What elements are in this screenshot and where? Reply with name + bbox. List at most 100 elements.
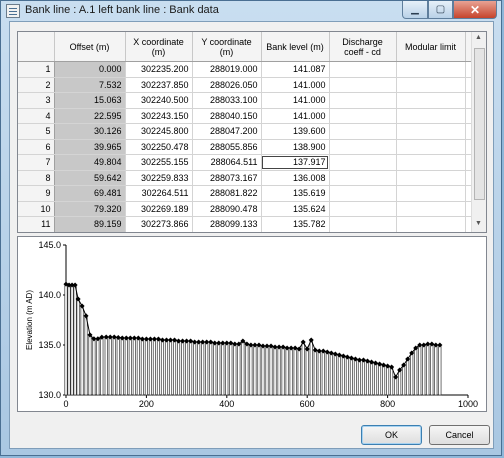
bank-level-cell[interactable]: 135.619 (261, 185, 330, 202)
modular-limit-cell[interactable] (396, 61, 466, 78)
modular-limit-cell[interactable] (396, 216, 466, 232)
discharge-coeff-cell[interactable] (329, 216, 397, 232)
offset-cell[interactable]: 15.063 (54, 92, 126, 109)
bank-level-cell[interactable]: 141.000 (261, 108, 330, 124)
scroll-up-icon[interactable]: ▲ (475, 34, 482, 41)
table-row[interactable]: 5 30.126 302245.800 288047.200 139.600 (18, 123, 475, 140)
y-coordinate-cell[interactable]: 288026.050 (192, 77, 262, 93)
bank-level-cell[interactable]: 137.917 (261, 154, 330, 171)
discharge-coeff-cell[interactable] (329, 77, 397, 93)
table-row[interactable]: 3 15.063 302240.500 288033.100 141.000 (18, 92, 475, 109)
x-coordinate-cell[interactable]: 302273.866 (125, 216, 193, 232)
discharge-coeff-cell[interactable] (329, 92, 397, 109)
y-coordinate-cell[interactable]: 288040.150 (192, 108, 262, 124)
x-coordinate-cell[interactable]: 302264.511 (125, 185, 193, 202)
ok-button[interactable]: OK (361, 425, 422, 445)
column-header-x-coordinate[interactable]: X coordinate (m) (125, 32, 193, 62)
bar (233, 343, 237, 396)
discharge-coeff-cell[interactable] (329, 170, 397, 186)
offset-cell[interactable]: 30.126 (54, 123, 126, 140)
offset-cell[interactable]: 69.481 (54, 185, 126, 202)
title-bar[interactable]: Bank line : A.1 left bank line : Bank da… (1, 1, 501, 21)
modular-limit-cell[interactable] (396, 123, 466, 140)
scroll-down-icon[interactable]: ▼ (475, 220, 482, 227)
x-coordinate-cell[interactable]: 302237.850 (125, 77, 193, 93)
y-coordinate-cell[interactable]: 288090.478 (192, 201, 262, 217)
y-coordinate-cell[interactable]: 288099.133 (192, 216, 262, 232)
modular-limit-cell[interactable] (396, 154, 466, 171)
table-row[interactable]: 4 22.595 302243.150 288040.150 141.000 (18, 108, 475, 124)
offset-cell[interactable]: 59.642 (54, 170, 126, 186)
table-row[interactable]: 1 0.000 302235.200 288019.000 141.087 (18, 61, 475, 78)
close-button[interactable]: ✕ (453, 1, 497, 19)
corner-header-cell[interactable] (18, 32, 55, 62)
table-row[interactable]: 7 49.804 302255.155 288064.511 137.917 (18, 154, 475, 171)
bank-level-cell[interactable]: 141.000 (261, 92, 330, 109)
y-coordinate-cell[interactable]: 288073.167 (192, 170, 262, 186)
y-coordinate-cell[interactable]: 288064.511 (192, 154, 262, 171)
minimize-button[interactable]: ▁ (402, 1, 428, 19)
discharge-coeff-cell[interactable] (329, 108, 397, 124)
vertical-scrollbar[interactable]: ▲ ▼ (471, 32, 486, 232)
bank-level-cell[interactable]: 135.782 (261, 216, 330, 232)
cancel-button[interactable]: Cancel (429, 425, 490, 445)
offset-cell[interactable]: 89.159 (54, 216, 126, 232)
x-coordinate-cell[interactable]: 302235.200 (125, 61, 193, 78)
discharge-coeff-cell[interactable] (329, 201, 397, 217)
x-coordinate-cell[interactable]: 302245.800 (125, 123, 193, 140)
bar (164, 339, 169, 396)
column-header-discharge-coeff[interactable]: Discharge coeff - cd (329, 32, 397, 62)
bank-level-cell[interactable]: 141.087 (261, 61, 330, 78)
table-row[interactable]: 11 89.159 302273.866 288099.133 135.782 (18, 216, 475, 232)
modular-limit-cell[interactable] (396, 77, 466, 93)
modular-limit-cell[interactable] (396, 201, 466, 217)
y-coordinate-cell[interactable]: 288081.822 (192, 185, 262, 202)
offset-cell[interactable]: 39.965 (54, 139, 126, 155)
maximize-button[interactable]: ▢ (428, 1, 453, 19)
bank-level-cell[interactable]: 136.008 (261, 170, 330, 186)
column-header-modular-limit[interactable]: Modular limit (396, 32, 466, 62)
offset-cell[interactable]: 7.532 (54, 77, 126, 93)
discharge-coeff-cell[interactable] (329, 123, 397, 140)
offset-cell[interactable]: 22.595 (54, 108, 126, 124)
modular-limit-cell[interactable] (396, 108, 466, 124)
modular-limit-cell[interactable] (396, 92, 466, 109)
offset-cell[interactable]: 49.804 (54, 154, 126, 171)
table-row[interactable]: 6 39.965 302250.478 288055.856 138.900 (18, 139, 475, 155)
x-coordinate-cell[interactable]: 302259.833 (125, 170, 193, 186)
offset-cell[interactable]: 0.000 (54, 61, 126, 78)
bar (309, 339, 313, 396)
column-header-offset[interactable]: Offset (m) (54, 32, 126, 62)
y-coordinate-cell[interactable]: 288055.856 (192, 139, 262, 155)
x-coordinate-cell[interactable]: 302243.150 (125, 108, 193, 124)
discharge-coeff-cell[interactable] (329, 154, 397, 171)
discharge-coeff-cell[interactable] (329, 139, 397, 155)
table-row[interactable]: 8 59.642 302259.833 288073.167 136.008 (18, 170, 475, 186)
bank-level-cell[interactable]: 139.600 (261, 123, 330, 140)
x-coordinate-cell[interactable]: 302250.478 (125, 139, 193, 155)
y-coordinate-cell[interactable]: 288019.000 (192, 61, 262, 78)
table-row[interactable]: 9 69.481 302264.511 288081.822 135.619 (18, 185, 475, 202)
x-coordinate-cell[interactable]: 302240.500 (125, 92, 193, 109)
scrollbar-thumb[interactable] (474, 48, 485, 200)
y-coordinate-cell[interactable]: 288047.200 (192, 123, 262, 140)
data-point (364, 358, 371, 364)
modular-limit-cell[interactable] (396, 139, 466, 155)
x-coordinate-cell[interactable]: 302255.155 (125, 154, 193, 171)
discharge-coeff-cell[interactable] (329, 61, 397, 78)
column-header-y-coordinate[interactable]: Y coordinate (m) (192, 32, 262, 62)
discharge-coeff-cell[interactable] (329, 185, 397, 202)
y-coordinate-cell[interactable]: 288033.100 (192, 92, 262, 109)
bar (321, 350, 325, 396)
modular-limit-cell[interactable] (396, 185, 466, 202)
modular-limit-cell[interactable] (396, 170, 466, 186)
x-coordinate-cell[interactable]: 302269.189 (125, 201, 193, 217)
row-number-cell: 4 (18, 108, 55, 124)
offset-cell[interactable]: 79.320 (54, 201, 126, 217)
table-row[interactable]: 2 7.532 302237.850 288026.050 141.000 (18, 77, 475, 93)
table-row[interactable]: 10 79.320 302269.189 288090.478 135.624 (18, 201, 475, 217)
bank-level-cell[interactable]: 135.624 (261, 201, 330, 217)
column-header-bank-level[interactable]: Bank level (m) (261, 32, 330, 62)
bank-level-cell[interactable]: 138.900 (261, 139, 330, 155)
bank-level-cell[interactable]: 141.000 (261, 77, 330, 93)
